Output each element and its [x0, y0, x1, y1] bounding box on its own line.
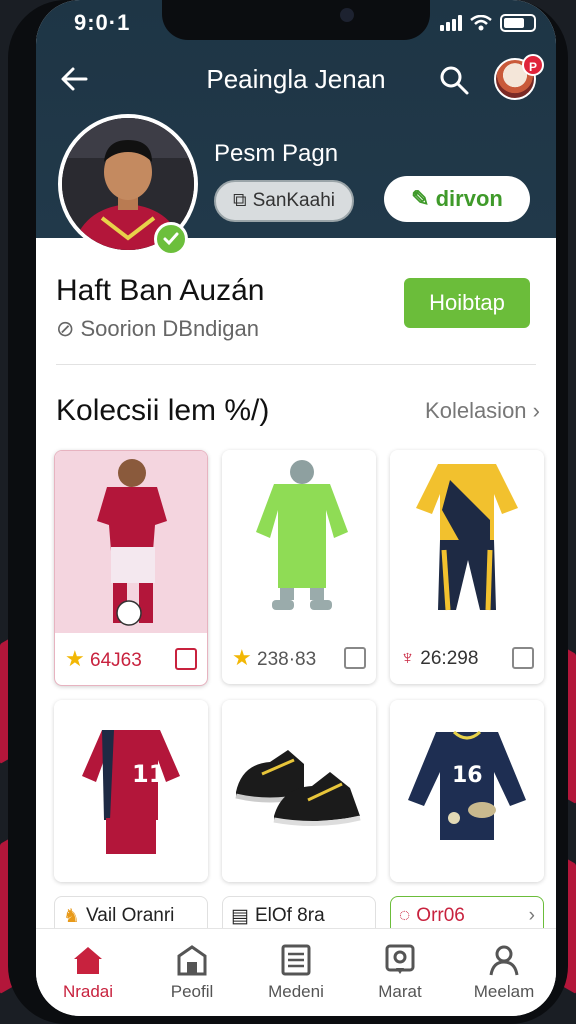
svg-text:16: 16	[452, 763, 483, 788]
ring-icon: ◌	[399, 905, 411, 926]
card-image	[222, 450, 376, 632]
phone-notch	[162, 0, 430, 40]
black-boots-image	[235, 750, 361, 827]
svg-text:11: 11	[132, 760, 165, 788]
nav-item-account[interactable]: Meelam	[452, 929, 556, 1016]
edit-icon: ✎	[411, 186, 430, 211]
card-image	[390, 450, 544, 632]
card-rating: ♆ 26:298	[400, 647, 478, 670]
status-time: 9:0·1	[74, 10, 131, 35]
checkbox-icon[interactable]	[175, 648, 197, 670]
card-footer: ★ 64J63	[55, 633, 207, 685]
checkbox-icon[interactable]	[344, 647, 366, 669]
nav-item-map[interactable]: Marat	[348, 929, 452, 1016]
profile-subtitle-text: Soorion DBndigan	[80, 316, 260, 341]
grid-icon: ▤	[231, 905, 249, 927]
rating-value: 26:298	[420, 647, 479, 669]
follow-chip[interactable]: ✎ dirvon	[384, 176, 530, 222]
action-button[interactable]: Hoibtap	[404, 278, 530, 328]
nav-label: Peofil	[170, 981, 214, 1001]
card-rating: ★ 64J63	[65, 646, 142, 672]
see-all-label: Kolelasion	[425, 398, 527, 423]
app-screen: 9:0·1 Peaingla Jenan P Pesm Pagn ⧉ SanKa…	[36, 0, 556, 1016]
profile-subtitle: ⊘ Soorion DBndigan	[56, 316, 259, 342]
yellow-navy-kit-image	[416, 464, 518, 611]
checkbox-icon[interactable]	[512, 647, 534, 669]
handle-chip[interactable]: ⧉ SanKaahi	[214, 180, 354, 222]
nav-item-media[interactable]: Medeni	[244, 929, 348, 1016]
nav-item-home[interactable]: Nradai	[36, 929, 140, 1016]
card-rating: ★ 238·83	[232, 645, 316, 671]
follow-chip-label: dirvon	[435, 186, 503, 211]
collection-card[interactable]	[222, 700, 376, 882]
award-icon: ♆	[400, 646, 415, 669]
navy-jersey-16-image: 16	[408, 730, 526, 840]
page-title: Peaingla Jenan	[206, 64, 386, 94]
collection-card[interactable]: ★ 238·83	[222, 450, 376, 684]
card-image: 16	[390, 700, 544, 882]
partial-card-label: Orr06	[416, 905, 465, 926]
collection-card[interactable]: 16	[390, 700, 544, 882]
phone-frame: 9:0·1 Peaingla Jenan P Pesm Pagn ⧉ SanKa…	[8, 0, 568, 1024]
battery-icon	[500, 14, 536, 32]
partial-card-label: Vail Oranri	[86, 905, 175, 926]
wifi-icon	[470, 15, 492, 31]
user-icon	[489, 945, 519, 975]
chevron-right-icon: ›	[528, 905, 535, 926]
see-all-link[interactable]: Kolelasion ›	[425, 398, 540, 424]
verified-badge-icon	[154, 222, 188, 256]
rating-value: 238·83	[257, 649, 317, 670]
collection-card[interactable]: 11	[54, 700, 208, 882]
link-icon: ⧉	[233, 190, 247, 211]
map-pin-icon	[385, 944, 415, 974]
chevron-right-icon: ›	[532, 398, 540, 423]
nav-label: Meelam	[473, 981, 535, 1001]
shop-icon	[177, 944, 207, 975]
profile-name: Haft Ban Auzán	[56, 274, 265, 307]
trophy-icon: ♞	[63, 905, 81, 927]
signal-icon	[440, 15, 462, 31]
header-profile-name: Pesm Pagn	[214, 140, 339, 167]
nav-label: Nradai	[62, 981, 114, 1001]
camera-icon	[340, 8, 354, 22]
card-footer: ★ 238·83	[222, 632, 376, 684]
nav-item-profile[interactable]: Peofil	[140, 929, 244, 1016]
bottom-nav: Nradai Peofil Medeni Marat Meelam	[36, 928, 556, 1016]
red-kit-11-image: 11	[82, 730, 180, 854]
rating-value: 64J63	[90, 650, 142, 671]
card-image: 11	[54, 700, 208, 882]
red-jersey-player-image	[97, 459, 167, 626]
collection-card[interactable]: ♆ 26:298	[390, 450, 544, 684]
notification-badge: P	[522, 54, 544, 76]
search-icon[interactable]	[438, 64, 470, 96]
star-icon: ★	[65, 646, 85, 671]
partial-card-label: ElOf 8ra	[254, 905, 325, 926]
nav-label: Medeni	[268, 981, 324, 1001]
star-icon: ★	[232, 645, 252, 670]
status-icons	[440, 14, 536, 32]
list-icon	[281, 944, 311, 975]
divider	[56, 364, 536, 365]
card-image	[222, 700, 376, 882]
green-kit-image	[256, 460, 348, 610]
section-title: Kolecsii lem %/)	[56, 394, 270, 427]
collection-card[interactable]: ★ 64J63	[54, 450, 208, 686]
home-icon	[74, 946, 102, 974]
handle-chip-label: SanKaahi	[252, 190, 335, 211]
card-footer: ♆ 26:298	[390, 632, 544, 684]
card-image	[55, 451, 207, 633]
nav-label: Marat	[378, 981, 422, 1001]
location-icon: ⊘	[56, 316, 75, 341]
